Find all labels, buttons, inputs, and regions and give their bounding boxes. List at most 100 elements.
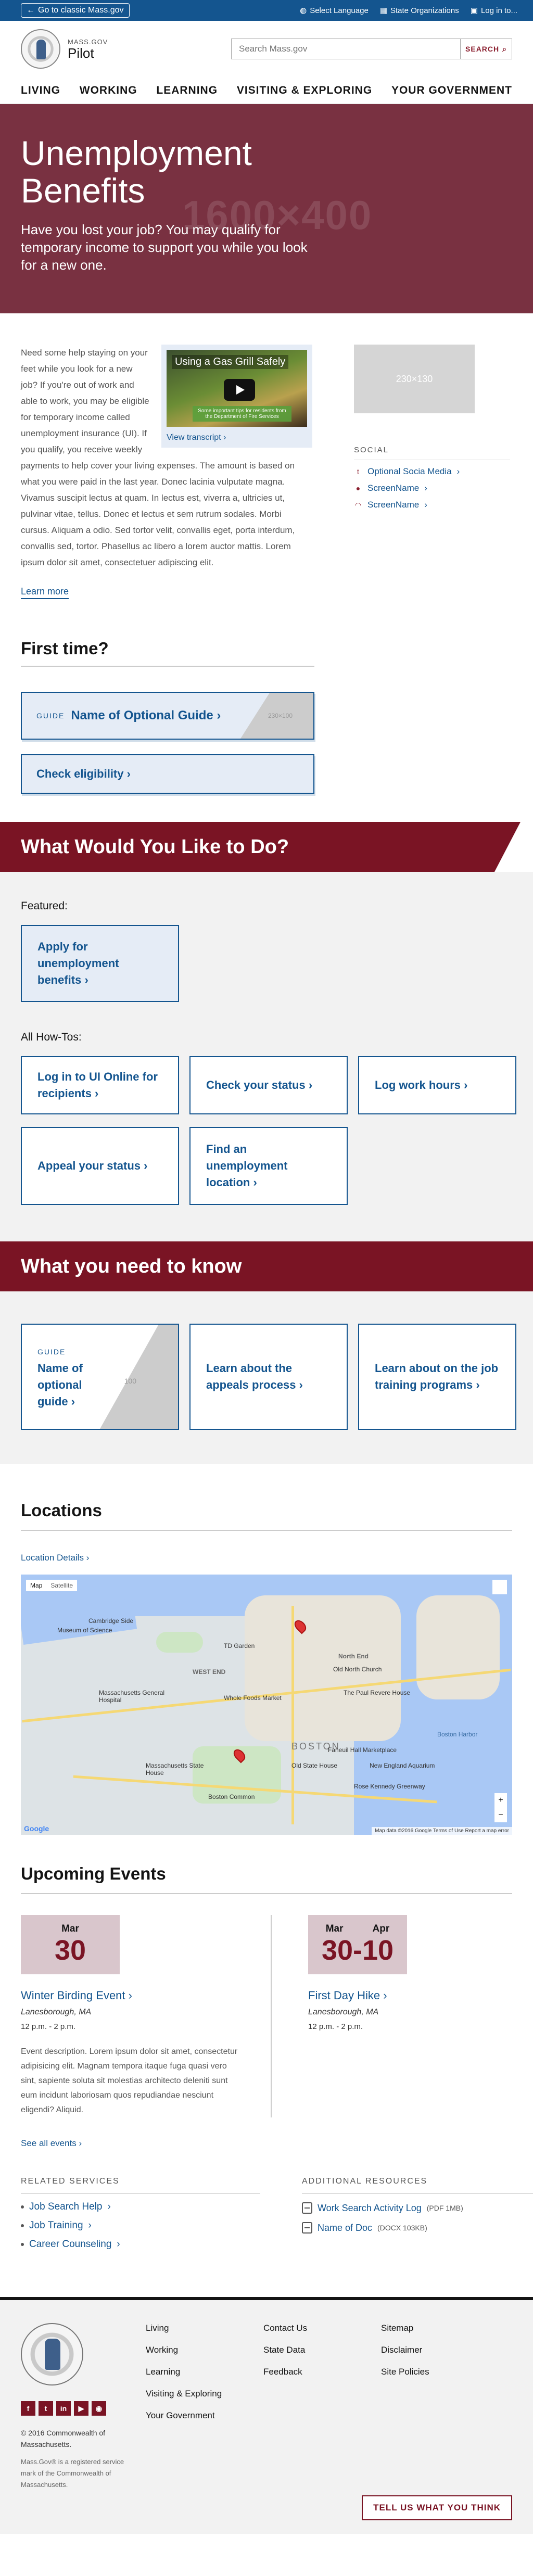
- related-service-link[interactable]: Job Training ›: [21, 2220, 281, 2231]
- need-to-know-banner: What you need to know: [0, 1241, 533, 1291]
- map-park: [156, 1632, 203, 1653]
- zoom-controls[interactable]: + −: [494, 1793, 507, 1822]
- job-training-card[interactable]: Learn about on the job training programs…: [358, 1324, 516, 1430]
- footer-link-state-data[interactable]: State Data: [263, 2345, 381, 2355]
- optional-guide-card[interactable]: GUIDE Name of Optional Guide › 230×100: [21, 692, 314, 740]
- map-label: The Paul Revere House: [344, 1689, 411, 1696]
- main-navigation: Living Working Learning Visiting & Explo…: [0, 77, 533, 104]
- intro-section: Using a Gas Grill Safely Some important …: [0, 313, 533, 599]
- guide-image-placeholder: 230×100: [240, 693, 313, 739]
- linkedin-icon[interactable]: in: [56, 2401, 71, 2416]
- mass-seal-logo[interactable]: [21, 2323, 83, 2385]
- social-link-twitter[interactable]: t Optional Socia Media ›: [354, 466, 510, 477]
- footer-brand: f t in ▶ ◉ © 2016 Commonwealth of Massac…: [21, 2323, 125, 2534]
- twitter-icon[interactable]: t: [39, 2401, 53, 2416]
- howto-card-appeal[interactable]: Appeal your status ›: [21, 1127, 179, 1205]
- nav-item-living[interactable]: Living: [21, 77, 60, 104]
- footer-link-living[interactable]: Living: [146, 2323, 263, 2333]
- instagram-icon[interactable]: ◉: [92, 2401, 106, 2416]
- footer-link-site-policies[interactable]: Site Policies: [381, 2367, 499, 2377]
- guide-image-placeholder: 100: [124, 1377, 136, 1385]
- footer-link-working[interactable]: Working: [146, 2345, 263, 2355]
- search-input[interactable]: [231, 39, 460, 59]
- footer-link-government[interactable]: Your Government: [146, 2410, 263, 2421]
- resource-link[interactable]: Work Search Activity Log (PDF 1MB): [302, 2202, 512, 2214]
- zoom-out-icon[interactable]: −: [494, 1808, 507, 1822]
- video-player[interactable]: Using a Gas Grill Safely Some important …: [167, 350, 307, 427]
- event-description: Event description. Lorem ipsum dolor sit…: [21, 2047, 238, 2114]
- map-label: Massachusetts State House: [146, 1762, 204, 1776]
- need-to-know-section: 100 GUIDE Name of optional guide › Learn…: [0, 1291, 533, 1464]
- site-logo-text[interactable]: MASS.GOV Pilot: [68, 38, 108, 60]
- apply-for-benefits-card[interactable]: Apply for unemployment benefits ›: [21, 925, 179, 1002]
- page-subtitle: Have you lost your job? You may qualify …: [21, 222, 308, 273]
- footer-link-disclaimer[interactable]: Disclaimer: [381, 2345, 499, 2355]
- nav-item-your-government[interactable]: Your Government: [391, 77, 512, 104]
- event-date: Mar Apr 30-10: [308, 1915, 407, 1974]
- map-tab-satellite[interactable]: Satellite: [46, 1580, 77, 1591]
- how-to-section: Featured: Apply for unemployment benefit…: [0, 872, 533, 1241]
- social-link-rss[interactable]: ◠ ScreenName ›: [354, 500, 510, 510]
- youtube-icon[interactable]: ▶: [74, 2401, 88, 2416]
- event-item: Mar Apr 30-10 First Day Hike › Lanesborou…: [271, 1915, 512, 2117]
- howto-card-find-location[interactable]: Find an unemployment location ›: [189, 1127, 348, 1205]
- footer-link-contact[interactable]: Contact Us: [263, 2323, 381, 2333]
- search-button[interactable]: SEARCH ⌕: [460, 39, 512, 59]
- event-title-link[interactable]: Winter Birding Event ›: [21, 1989, 255, 2002]
- site-header: MASS.GOV Pilot SEARCH⌕: [0, 21, 533, 77]
- document-icon: [302, 2202, 312, 2214]
- twitter-icon: t: [357, 467, 359, 476]
- events-section: Upcoming Events Mar 30 Winter Birding Ev…: [0, 1835, 533, 2149]
- state-organizations-button[interactable]: ▦ State Organizations: [380, 6, 459, 16]
- chevron-right-icon: ›: [424, 483, 427, 493]
- map-label: Cambridge Side: [88, 1617, 134, 1625]
- see-all-events-link[interactable]: See all events ›: [21, 2138, 82, 2149]
- map-label: North End: [338, 1653, 369, 1660]
- resource-link[interactable]: Name of Doc (DOCX 103KB): [302, 2222, 512, 2234]
- map-tab-map[interactable]: Map: [26, 1580, 46, 1591]
- footer-link-learning[interactable]: Learning: [146, 2367, 263, 2377]
- appeals-process-card[interactable]: Learn about the appeals process ›: [189, 1324, 348, 1430]
- additional-resources: ADDITIONAL RESOURCES Work Search Activit…: [302, 2177, 533, 2250]
- footer-link-sitemap[interactable]: Sitemap: [381, 2323, 499, 2333]
- check-eligibility-card[interactable]: Check eligibility ›: [21, 754, 314, 794]
- feedback-button[interactable]: TELL US WHAT YOU THINK: [362, 2495, 512, 2520]
- fullscreen-icon[interactable]: [492, 1580, 507, 1594]
- related-service-link[interactable]: Career Counseling ›: [21, 2239, 281, 2250]
- footer-link-feedback[interactable]: Feedback: [263, 2367, 381, 2377]
- classic-mass-gov-link[interactable]: ← Go to classic Mass.gov: [21, 3, 130, 18]
- event-title-link[interactable]: First Day Hike ›: [308, 1989, 497, 2002]
- event-time: 12 p.m. - 2 p.m.: [308, 2022, 363, 2031]
- locations-map[interactable]: Cambridge Side Museum of Science TD Gard…: [21, 1575, 512, 1835]
- need-to-know-grid: 100 GUIDE Name of optional guide › Learn…: [21, 1324, 516, 1430]
- howto-card-log-hours[interactable]: Log work hours ›: [358, 1056, 516, 1114]
- related-services: RELATED SERVICES Job Search Help › Job T…: [21, 2177, 281, 2250]
- howto-card-login[interactable]: Log in to UI Online for recipients ›: [21, 1056, 179, 1114]
- facebook-icon[interactable]: f: [21, 2401, 35, 2416]
- globe-icon: ◍: [300, 6, 307, 15]
- social-heading: SOCIAL: [354, 446, 510, 460]
- event-time: 12 p.m. - 2 p.m.: [21, 2022, 76, 2031]
- login-button[interactable]: ▣ Log in to...: [471, 6, 517, 16]
- footer-link-visiting[interactable]: Visiting & Exploring: [146, 2389, 263, 2399]
- nav-item-working[interactable]: Working: [80, 77, 137, 104]
- page-title: Unemployment Benefits: [21, 134, 252, 210]
- howto-card-check-status[interactable]: Check your status ›: [189, 1056, 348, 1114]
- nav-item-visiting-exploring[interactable]: Visiting & Exploring: [237, 77, 372, 104]
- zoom-in-icon[interactable]: +: [494, 1793, 507, 1808]
- select-language-button[interactable]: ◍ Select Language: [300, 6, 369, 16]
- event-date: Mar 30: [21, 1915, 120, 1974]
- learn-more-link[interactable]: Learn more: [21, 586, 69, 599]
- video-transcript-link[interactable]: View transcript ›: [167, 433, 307, 442]
- optional-guide-card[interactable]: 100 GUIDE Name of optional guide ›: [21, 1324, 179, 1430]
- social-link-flickr[interactable]: ● ScreenName ›: [354, 483, 510, 493]
- map-road: [291, 1606, 294, 1824]
- nav-item-learning[interactable]: Learning: [156, 77, 218, 104]
- location-details-link[interactable]: Location Details ›: [21, 1553, 89, 1563]
- related-service-link[interactable]: Job Search Help ›: [21, 2201, 281, 2213]
- chevron-right-icon: ›: [424, 500, 427, 510]
- additional-resources-heading: ADDITIONAL RESOURCES: [302, 2177, 533, 2194]
- mass-seal-logo[interactable]: [21, 29, 60, 69]
- play-icon[interactable]: [224, 379, 255, 401]
- map-label: Old North Church: [333, 1666, 382, 1673]
